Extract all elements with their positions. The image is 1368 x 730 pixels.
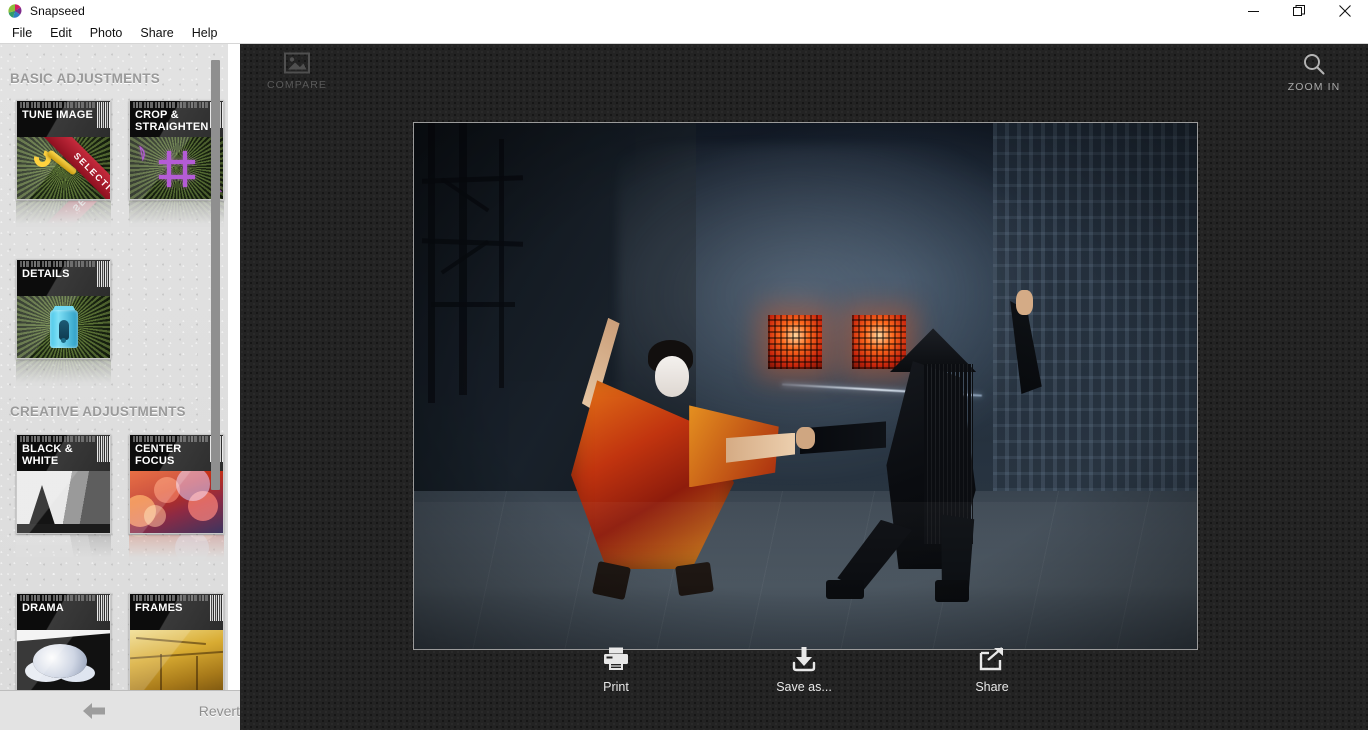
tile-microtext (20, 436, 95, 442)
snapseed-window: Snapseed File Edit Photo Share Help BASI… (0, 0, 1368, 730)
window-title: Snapseed (30, 3, 85, 18)
tile-label: BLACK & WHITE (22, 443, 73, 467)
tools-sidebar: BASIC ADJUSTMENTS TUNE IMAGE SELECTIVE C… (0, 44, 228, 690)
tile-label: FRAMES (135, 602, 183, 614)
maximize-button[interactable] (1276, 0, 1322, 22)
crop-icon (159, 151, 195, 187)
barcode-strip-icon (97, 436, 110, 462)
share-button[interactable]: Share (937, 646, 1047, 694)
share-arrow-icon (979, 647, 1003, 671)
menu-edit[interactable]: Edit (41, 22, 81, 44)
creative-adjustments-grid: BLACK & WHITE CENTER FOCUS DRAMA FRAMES (16, 434, 228, 690)
title-bar: Snapseed (0, 0, 1368, 22)
snapseed-logo-icon (7, 3, 23, 19)
section-title-creative-adjustments: CREATIVE ADJUSTMENTS (10, 404, 186, 419)
tool-tile-crop-straighten[interactable]: CROP & STRAIGHTEN ⟭ ⟮ (129, 100, 224, 227)
tile-microtext (133, 102, 208, 108)
menu-bar: File Edit Photo Share Help (0, 22, 1368, 44)
tile-reflection (129, 201, 224, 227)
tile-microtext (133, 436, 208, 442)
tile-microtext (20, 102, 95, 108)
tool-tile-details[interactable]: DETAILS (16, 259, 111, 386)
photo-actions: Print Save as... Share (240, 646, 1368, 712)
magnifier-icon (1304, 54, 1325, 75)
barcode-strip-icon (97, 261, 110, 287)
zoom-in-label: ZOOM IN (1287, 81, 1341, 93)
save-as-button[interactable]: Save as... (749, 646, 859, 694)
tool-tile-center-focus[interactable]: CENTER FOCUS (129, 434, 224, 561)
tool-tile-frames[interactable]: FRAMES (129, 593, 224, 690)
tile-label: DETAILS (22, 268, 70, 280)
printer-icon (604, 647, 628, 670)
revert-label: Revert (198, 702, 240, 719)
print-label: Print (603, 680, 629, 694)
tile-microtext (133, 595, 208, 601)
tile-label: DRAMA (22, 602, 64, 614)
close-button[interactable] (1322, 0, 1368, 22)
undo-arrow-icon (83, 702, 106, 719)
menu-file[interactable]: File (3, 22, 41, 44)
minimize-button[interactable] (1230, 0, 1276, 22)
tile-microtext (20, 261, 95, 267)
tile-reflection (16, 360, 111, 386)
basic-adjustments-grid: TUNE IMAGE SELECTIVE SELECTIVE (16, 100, 228, 418)
revert-button[interactable]: Revert (0, 690, 240, 730)
tile-microtext (20, 595, 95, 601)
barcode-strip-icon (97, 102, 110, 128)
zoom-in-button[interactable]: ZOOM IN (1276, 52, 1352, 93)
tile-reflection: SELECTIVE (16, 201, 111, 227)
barcode-strip-icon (97, 595, 110, 621)
tool-tile-drama[interactable]: DRAMA (16, 593, 111, 690)
save-as-label: Save as... (776, 680, 832, 694)
tool-tile-black-and-white[interactable]: BLACK & WHITE (16, 434, 111, 561)
download-icon (792, 647, 816, 672)
compare-label: COMPARE (266, 79, 327, 91)
canvas-toolbar: COMPARE ZOOM IN (240, 44, 1368, 100)
tile-label: TUNE IMAGE (22, 109, 94, 121)
compare-button[interactable]: COMPARE (262, 52, 332, 91)
tool-tile-tune-image[interactable]: TUNE IMAGE SELECTIVE SELECTIVE (16, 100, 111, 227)
menu-photo[interactable]: Photo (81, 22, 132, 44)
tile-label: CROP & STRAIGHTEN (135, 109, 209, 133)
tile-reflection (16, 535, 111, 561)
section-title-basic-adjustments: BASIC ADJUSTMENTS (10, 71, 160, 86)
menu-share[interactable]: Share (131, 22, 182, 44)
sidebar-scrollbar-track[interactable] (211, 44, 224, 690)
print-button[interactable]: Print (561, 646, 671, 694)
edited-photo[interactable] (413, 122, 1198, 650)
window-controls (1230, 0, 1368, 22)
tile-reflection (129, 535, 224, 561)
tile-label: CENTER FOCUS (135, 443, 182, 467)
sidebar-scrollbar-thumb[interactable] (211, 60, 220, 490)
image-icon (284, 52, 310, 74)
share-label: Share (975, 680, 1009, 694)
photo-canvas: COMPARE ZOOM IN Print Save as... Share (240, 44, 1368, 730)
menu-help[interactable]: Help (183, 22, 227, 44)
